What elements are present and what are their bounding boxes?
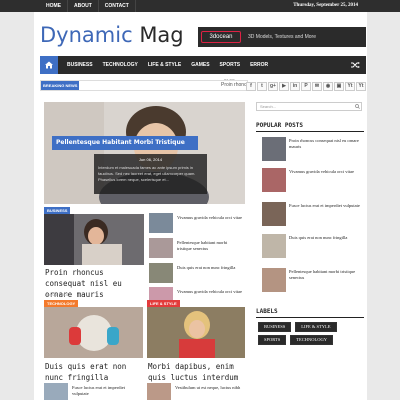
popular-post-title: Vivamus gravida vehicula orci vitae xyxy=(289,169,354,174)
business-item-1[interactable]: Vivamus gravida vehicula orci vitae xyxy=(149,213,245,235)
popular-post-3[interactable]: Fusce luctus erat et imperdiet vulputate xyxy=(262,202,362,227)
pinterest-icon[interactable]: P xyxy=(301,82,311,91)
business-image xyxy=(44,214,144,265)
top-link-home[interactable]: HOME xyxy=(40,0,68,12)
technology-feature-title[interactable]: Duis quis erat non nunc fringilla xyxy=(45,361,145,383)
business-item-title: Vivamus gravida vehicula orci vitae xyxy=(177,215,242,220)
popular-post-thumb xyxy=(262,268,286,292)
labels-heading: LABELS xyxy=(256,308,278,315)
business-item-title: Pellentesque habitant morbi tristique se… xyxy=(177,240,228,251)
section-label-life-style[interactable]: LIFE & STYLE xyxy=(147,300,180,307)
top-link-contact[interactable]: CONTACT xyxy=(99,0,136,12)
youtube-icon-2[interactable]: Yt xyxy=(356,82,366,91)
label-business[interactable]: BUSINESS xyxy=(258,322,292,332)
section-label-technology[interactable]: TECHNOLOGY xyxy=(44,300,79,307)
lifestyle-feature-image[interactable] xyxy=(147,307,245,358)
lifestyle-item-1[interactable]: Vestibulum ut est neque, luctus nibh xyxy=(147,383,243,400)
search-icon[interactable] xyxy=(355,104,360,109)
technology-item-1[interactable]: Fusce luctus erat et imperdiet vulputate xyxy=(44,383,140,400)
nav-item-technology[interactable]: TECHNOLOGY xyxy=(98,56,143,74)
hero-excerpt: Interdum et malesuada fames ac ante ipsu… xyxy=(98,165,196,182)
site-logo[interactable]: Dynamic Mag xyxy=(40,23,184,47)
hero-date: Jun 06, 2014 xyxy=(138,157,163,162)
nav-item-sports[interactable]: SPORTS xyxy=(215,56,246,74)
lifestyle-item-thumb xyxy=(147,383,171,400)
home-icon xyxy=(45,61,53,69)
twitter-icon[interactable]: t xyxy=(257,82,267,91)
nav-item-error[interactable]: ERROR xyxy=(245,56,273,74)
lifestyle-image xyxy=(147,307,245,358)
top-links: HOME ABOUT CONTACT xyxy=(40,0,136,12)
popular-post-2[interactable]: Vivamus gravida vehicula orci vitae xyxy=(262,168,362,193)
popular-post-title: Proin rhoncus consequat nisl eu ornare m… xyxy=(289,138,359,149)
section-label-business[interactable]: BUSINESS xyxy=(44,207,71,214)
popular-post-5[interactable]: Pellentesque habitant morbi tristique se… xyxy=(262,268,362,293)
lifestyle-feature-title[interactable]: Morbi dapibus, enim quis luctus interdum xyxy=(148,361,248,383)
popular-post-4[interactable]: Duis quis erat non nunc fringilla xyxy=(262,234,362,259)
nav-home-button[interactable] xyxy=(40,56,58,74)
nav-item-life-style[interactable]: LIFE & STYLE xyxy=(143,56,186,74)
linkedin-icon[interactable]: in xyxy=(290,82,300,91)
google-plus-icon[interactable]: g+ xyxy=(268,82,278,91)
business-item-title: Duis quis erat non nunc fringilla xyxy=(177,265,236,270)
label-sports[interactable]: SPORTS xyxy=(258,335,287,345)
mail-icon[interactable]: ✉ xyxy=(312,82,322,91)
popular-post-title: Duis quis erat non nunc fringilla xyxy=(289,235,348,240)
rss-icon[interactable]: ◉ xyxy=(323,82,333,91)
popular-post-thumb xyxy=(262,168,286,192)
breaking-news-label: BREAKING NEWS xyxy=(41,81,79,90)
lifestyle-item-title: Vestibulum ut est neque, luctus nibh xyxy=(175,385,241,390)
social-icons: f t g+ ▶ in P ✉ ◉ ▣ Yt Yt xyxy=(246,82,366,91)
popular-post-1[interactable]: Proin rhoncus consequat nisl eu ornare m… xyxy=(262,137,362,162)
youtube-icon[interactable]: Yt xyxy=(345,82,355,91)
label-life-style[interactable]: LIFE & STYLE xyxy=(295,322,337,332)
popular-posts-rule xyxy=(256,131,364,132)
business-item-title: Vivamus gravida vehicula orci vitae xyxy=(177,289,242,294)
business-item-thumb xyxy=(149,213,173,233)
label-technology[interactable]: TECHNOLOGY xyxy=(290,335,333,345)
hero-excerpt-box: Jun 06, 2014 Interdum et malesuada fames… xyxy=(94,154,207,194)
popular-post-thumb xyxy=(262,234,286,258)
labels-rule xyxy=(256,317,364,318)
facebook-icon[interactable]: f xyxy=(246,82,256,91)
main-nav: BUSINESS TECHNOLOGY LIFE & STYLE GAMES S… xyxy=(40,56,366,74)
labels-cloud: BUSINESS LIFE & STYLE SPORTS TECHNOLOGY xyxy=(258,322,364,345)
breaking-news-bar: BREAKING NEWS Proin rhoncus... xyxy=(40,80,256,91)
technology-image xyxy=(44,307,143,358)
hero-slide[interactable]: Pellentesque Habitant Morbi Tristique Ju… xyxy=(44,102,245,204)
banner-text: 3D Models, Textures and More xyxy=(248,34,316,40)
technology-feature-image[interactable] xyxy=(44,307,143,358)
current-date: Thursday, September 25, 2014 xyxy=(293,3,358,8)
top-link-about[interactable]: ABOUT xyxy=(68,0,99,12)
logo-part-mag: Mag xyxy=(139,23,184,47)
business-item-2[interactable]: Pellentesque habitant morbi tristique se… xyxy=(149,238,245,260)
technology-item-thumb xyxy=(44,383,68,400)
popular-post-title: Pellentesque habitant morbi tristique se… xyxy=(289,269,356,280)
search-input[interactable]: Search... xyxy=(256,102,362,111)
popular-post-title: Fusce luctus erat et imperdiet vulputate xyxy=(289,203,360,208)
nav-item-games[interactable]: GAMES xyxy=(186,56,214,74)
shuffle-icon[interactable] xyxy=(351,61,360,69)
ad-banner[interactable]: 3docean 3D Models, Textures and More xyxy=(198,27,366,47)
business-feature-image[interactable] xyxy=(44,214,144,265)
popular-post-thumb xyxy=(262,202,286,226)
hero-title[interactable]: Pellentesque Habitant Morbi Tristique xyxy=(52,136,198,150)
top-bar: HOME ABOUT CONTACT Thursday, September 2… xyxy=(0,0,400,12)
business-feature-date: Jun 05, 2014 xyxy=(45,292,69,297)
business-item-3[interactable]: Duis quis erat non nunc fringilla xyxy=(149,263,245,285)
business-item-thumb xyxy=(149,238,173,258)
banner-brand: 3docean xyxy=(201,31,241,43)
technology-item-title: Fusce luctus erat et imperdiet vulputate xyxy=(72,385,125,396)
business-item-thumb xyxy=(149,263,173,283)
video-icon[interactable]: ▶ xyxy=(279,82,289,91)
nav-item-business[interactable]: BUSINESS xyxy=(62,56,98,74)
logo-part-dynamic: Dynamic xyxy=(40,23,133,47)
popular-posts-heading: POPULAR POSTS xyxy=(256,122,303,129)
popular-post-thumb xyxy=(262,137,286,161)
instagram-icon[interactable]: ▣ xyxy=(334,82,344,91)
